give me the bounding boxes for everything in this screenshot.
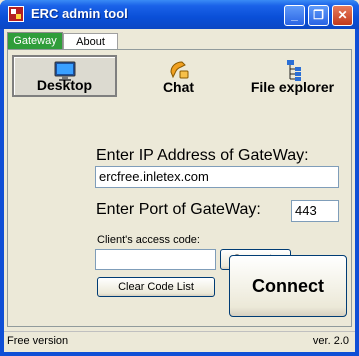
app-icon[interactable] xyxy=(8,6,24,22)
minimize-button[interactable]: _ xyxy=(284,5,305,26)
close-button[interactable]: ✕ xyxy=(332,5,353,26)
mode-file-explorer-label: File explorer xyxy=(250,79,335,95)
mode-chat-label: Chat xyxy=(162,79,195,95)
access-code-input[interactable] xyxy=(95,249,216,270)
title-bar[interactable]: ERC admin tool _ ❐ ✕ xyxy=(0,0,359,29)
tab-gateway[interactable]: Gateway xyxy=(7,32,63,50)
phone-icon xyxy=(167,58,191,80)
access-code-label: Client's access code: xyxy=(97,234,200,246)
tree-icon xyxy=(281,58,305,81)
license-status: Free version xyxy=(7,335,69,347)
app-window: ERC admin tool _ ❐ ✕ Gateway About Deskt… xyxy=(0,0,359,356)
restore-button[interactable]: ❐ xyxy=(308,5,329,26)
window-title: ERC admin tool xyxy=(31,6,128,21)
port-label: Enter Port of GateWay: xyxy=(96,201,261,218)
version-label: ver. 2.0 xyxy=(312,335,349,347)
mode-chat-button[interactable]: Chat xyxy=(126,55,231,97)
ip-address-input[interactable]: ercfree.inletex.com xyxy=(95,166,339,188)
client-area: Gateway About Desktop Chat File explorer… xyxy=(4,29,355,352)
ip-label: Enter IP Address of GateWay: xyxy=(96,147,309,164)
clear-code-list-button[interactable]: Clear Code List xyxy=(97,277,215,297)
connect-button[interactable]: Connect xyxy=(229,255,347,317)
status-bar: Free version ver. 2.0 xyxy=(4,331,355,352)
mode-desktop-button[interactable]: Desktop xyxy=(12,55,117,97)
mode-file-explorer-button[interactable]: File explorer xyxy=(236,55,349,97)
tab-about[interactable]: About xyxy=(63,33,118,49)
port-input[interactable]: 443 xyxy=(291,200,339,222)
mode-desktop-label: Desktop xyxy=(36,77,93,93)
